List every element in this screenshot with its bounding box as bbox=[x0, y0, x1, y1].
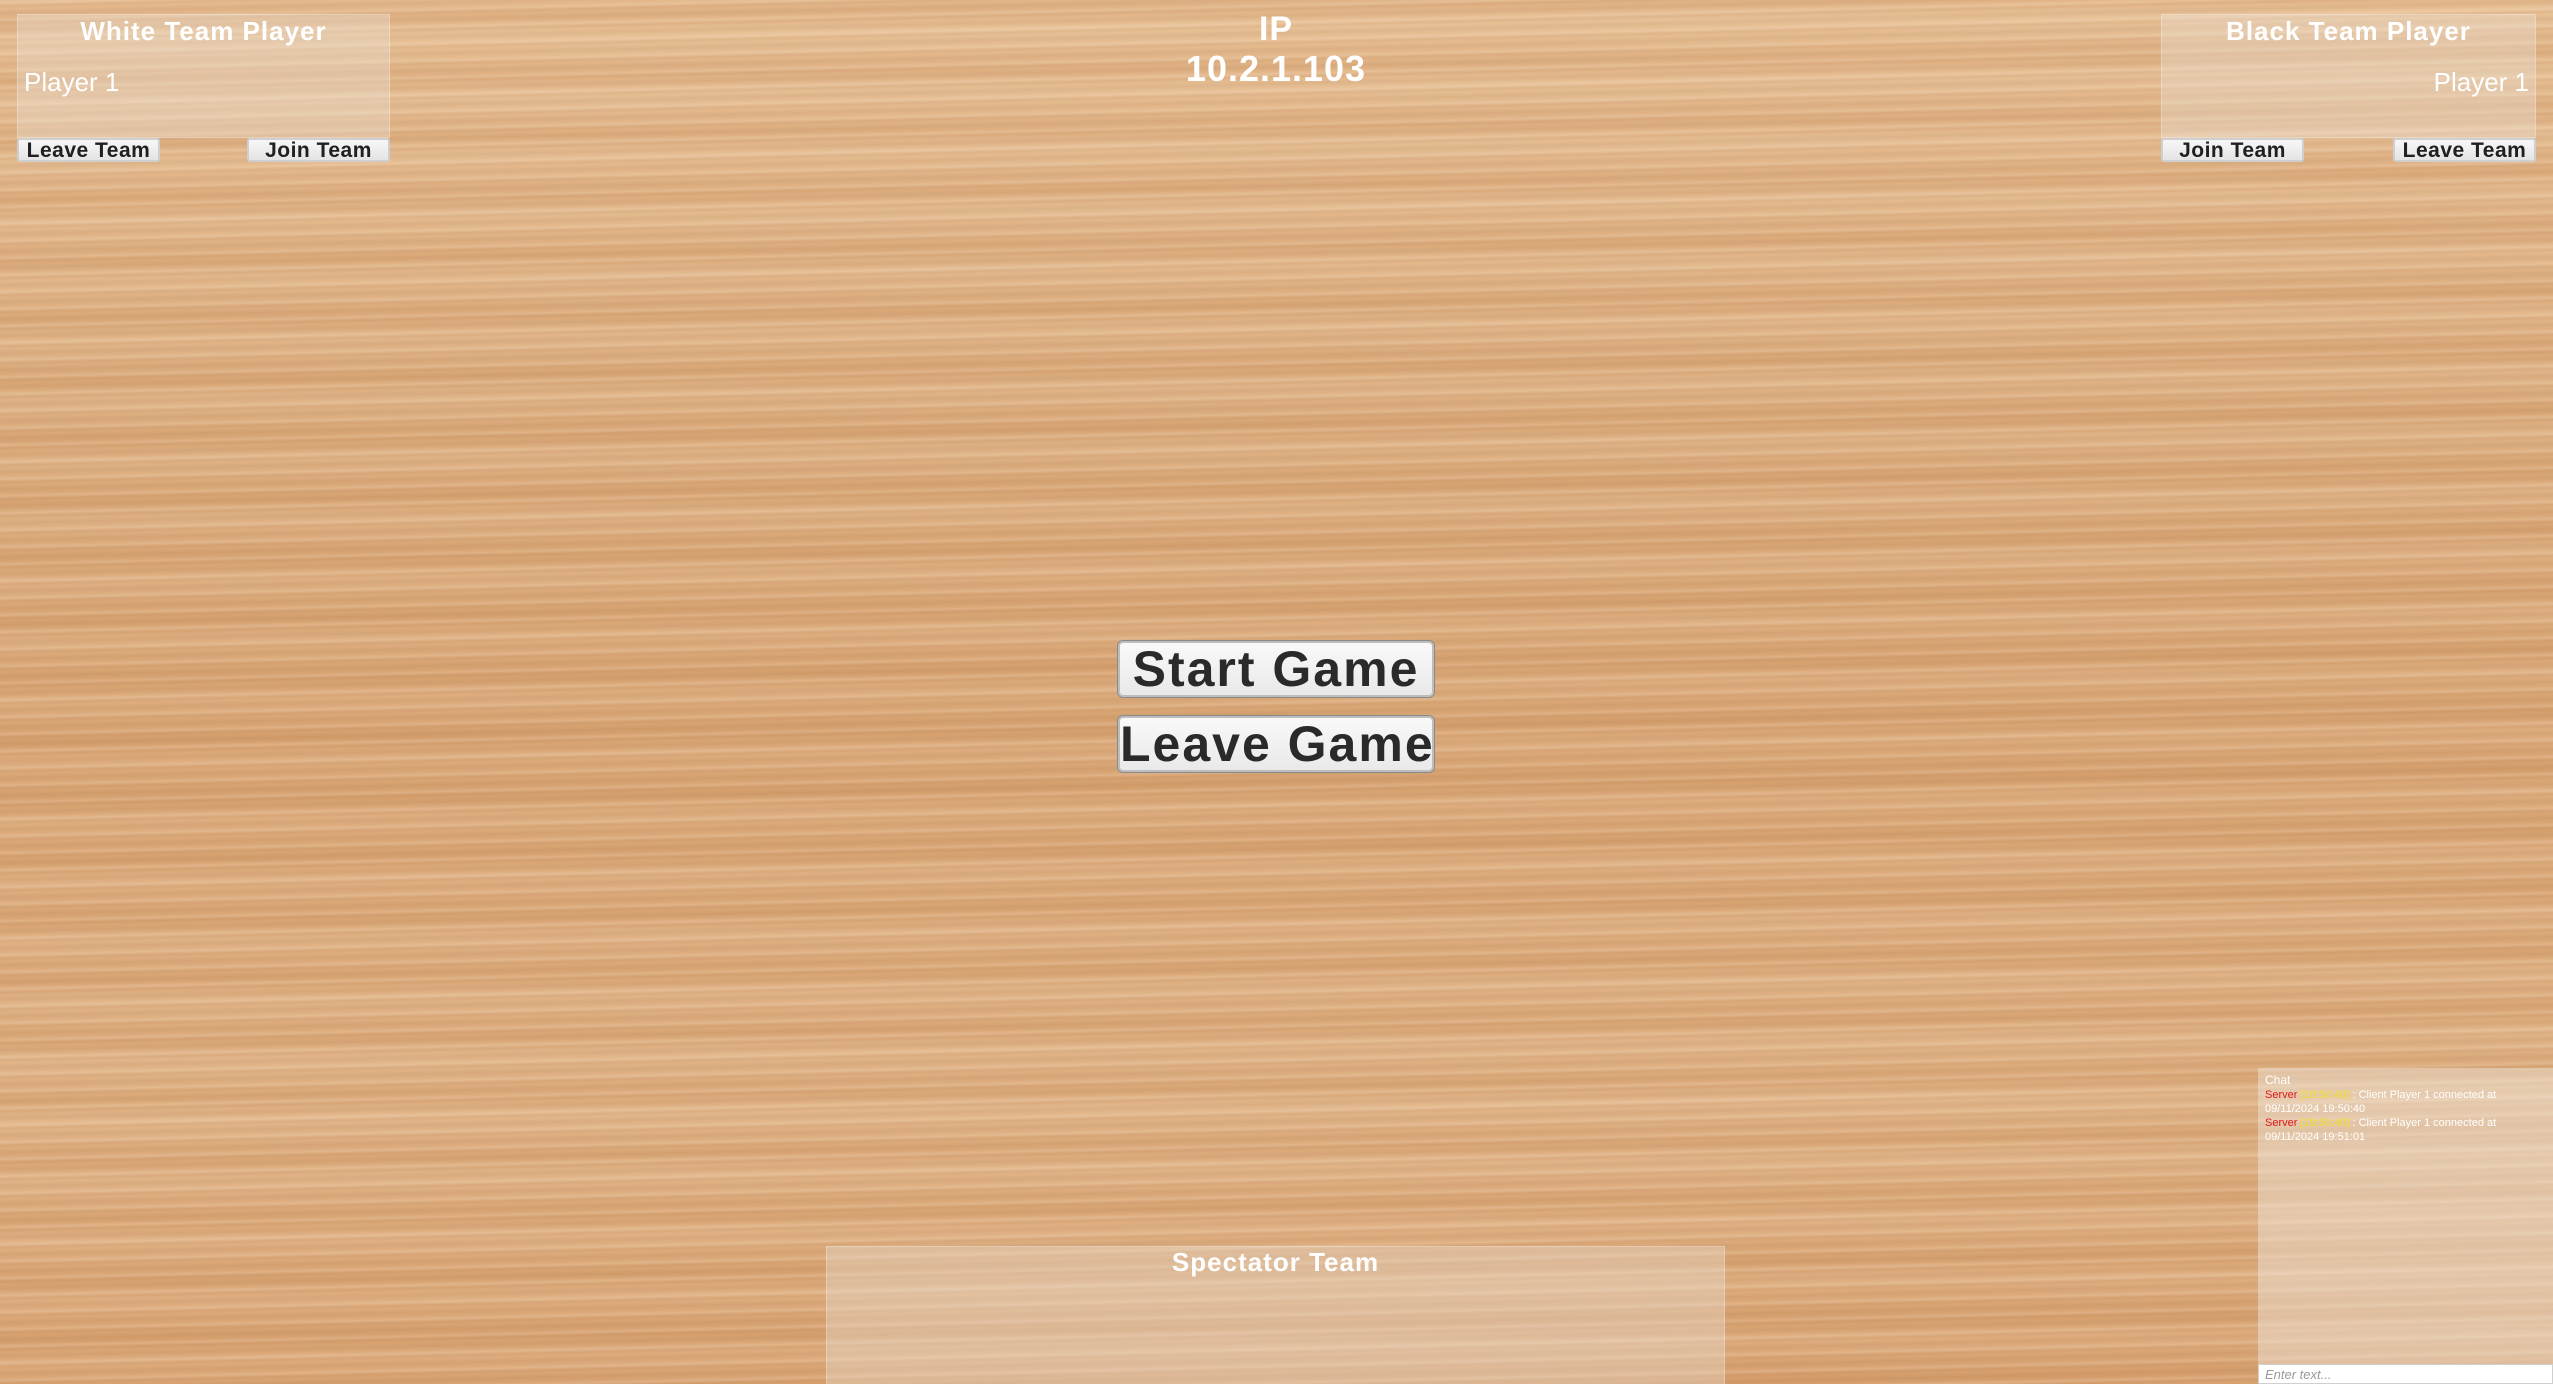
white-leave-team-button[interactable]: Leave Team bbox=[17, 138, 160, 162]
chat-message-sender: Server bbox=[2265, 1089, 2298, 1101]
white-team-player-name: Player 1 bbox=[24, 67, 120, 97]
chat-panel: Chat Server [19:50:40] : Client Player 1… bbox=[2258, 1068, 2553, 1384]
ip-address: 10.2.1.103 bbox=[1185, 48, 1367, 89]
chat-title: Chat bbox=[2265, 1073, 2291, 1087]
chat-input[interactable] bbox=[2258, 1364, 2553, 1384]
ip-label: IP bbox=[1258, 10, 1294, 48]
white-team-title: White Team Player bbox=[80, 16, 327, 46]
spectator-team-panel: Spectator Team bbox=[826, 1246, 1725, 1384]
white-team-panel: White Team Player Player 1 bbox=[17, 14, 390, 138]
ip-display: IP 10.2.1.103 bbox=[1076, 0, 1476, 100]
chat-message-sender: Server bbox=[2265, 1117, 2298, 1129]
white-join-team-button[interactable]: Join Team bbox=[247, 138, 390, 162]
start-game-button[interactable]: Start Game bbox=[1118, 641, 1434, 697]
black-team-panel: Black Team Player Player 1 bbox=[2161, 14, 2536, 138]
chat-message-time: [19:50:40] bbox=[2300, 1089, 2350, 1101]
chat-message-list: Server [19:50:40] : Client Player 1 conn… bbox=[2265, 1088, 2545, 1144]
black-join-team-button[interactable]: Join Team bbox=[2161, 138, 2304, 162]
black-leave-team-button[interactable]: Leave Team bbox=[2393, 138, 2536, 162]
leave-game-button[interactable]: Leave Game bbox=[1118, 716, 1434, 772]
chat-message-time: [19:50:40] bbox=[2300, 1117, 2350, 1129]
black-team-player-name: Player 1 bbox=[2433, 67, 2529, 97]
spectator-team-title: Spectator Team bbox=[1171, 1247, 1380, 1277]
chat-message: Server [19:50:40] : Client Player 1 conn… bbox=[2265, 1088, 2545, 1116]
chat-message: Server [19:50:40] : Client Player 1 conn… bbox=[2265, 1116, 2545, 1144]
black-team-title: Black Team Player bbox=[2226, 16, 2471, 46]
